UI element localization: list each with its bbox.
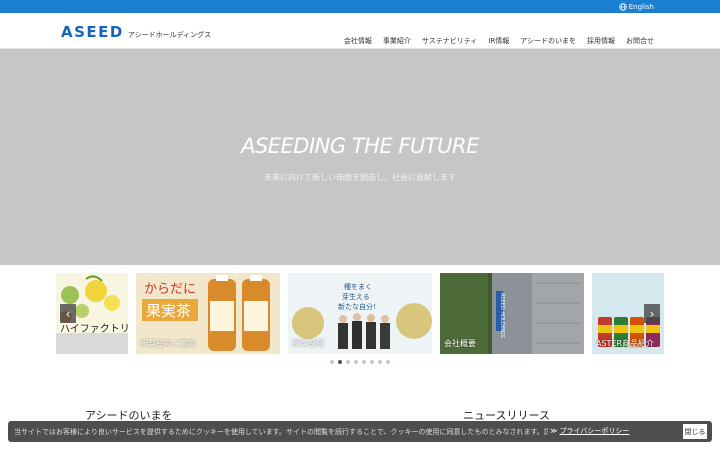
- nav-item-company[interactable]: 会社情報: [344, 35, 372, 47]
- carousel-card-label: 会社概要: [444, 339, 476, 348]
- building-sign: ASEED HOLDINGS: [499, 293, 505, 338]
- cookie-link-prefix: ≫: [550, 427, 558, 435]
- card2-line2: 果実茶: [146, 302, 191, 320]
- nav-item-recruit[interactable]: 採用情報: [587, 35, 615, 47]
- carousel-card-label: ASTER商品紹介: [596, 339, 655, 348]
- carousel-card-label: 新製品のご案内: [140, 339, 196, 348]
- carousel-prev-button[interactable]: ‹: [60, 304, 76, 323]
- logo[interactable]: ASEED アシードホールディングス: [61, 25, 211, 40]
- nav-item-now[interactable]: アシードのいまを: [520, 35, 576, 47]
- cookie-banner: 当サイトではお客様により良いサービスを提供するためにクッキーを使用しています。サ…: [8, 421, 712, 442]
- carousel-dot[interactable]: [370, 360, 374, 364]
- card3-line1: 種をまく: [344, 283, 372, 291]
- carousel: ハイファクトリー からだに 果実茶 新製品のご案内 種をまく 芽生える 新たな自…: [56, 273, 664, 354]
- chevron-left-icon: ‹: [65, 306, 71, 321]
- cookie-close-button[interactable]: 閉じる: [683, 424, 707, 439]
- nav-item-ir[interactable]: IR情報: [488, 35, 509, 47]
- carousel-dot[interactable]: [386, 360, 390, 364]
- cookie-text: 当サイトではお客様により良いサービスを提供するためにクッキーを使用しています。サ…: [14, 428, 548, 436]
- logo-wordmark: ASEED: [61, 23, 124, 41]
- carousel-dot[interactable]: [378, 360, 382, 364]
- cookie-link-label: プライバシーポリシー: [559, 427, 630, 435]
- nav-item-sustainability[interactable]: サステナビリティ: [422, 35, 477, 47]
- carousel-dot[interactable]: [362, 360, 366, 364]
- carousel-dot[interactable]: [346, 360, 350, 364]
- globe-icon: [618, 3, 627, 11]
- card3-line2: 芽生える: [342, 292, 370, 301]
- carousel-dot[interactable]: [330, 360, 334, 364]
- site-header: ASEED アシードホールディングス 会社情報 事業紹介 サステナビリティ IR…: [0, 13, 720, 49]
- hero-subtitle: 未来に向けて新しい価値を創造し、社会に貢献します: [264, 173, 456, 182]
- hero-title: ASEEDING THE FUTURE: [241, 134, 479, 158]
- carousel-dot[interactable]: [354, 360, 358, 364]
- carousel-next-button[interactable]: ›: [644, 304, 660, 323]
- carousel-card-company[interactable]: ASEED HOLDINGS 会社概要: [440, 273, 584, 354]
- card2-line1: からだに: [144, 282, 196, 297]
- carousel-card-recruit[interactable]: 種をまく 芽生える 新たな自分! 新卒採用: [288, 273, 432, 354]
- top-bar: English: [0, 0, 720, 13]
- carousel-card-label: 新卒採用: [292, 339, 324, 348]
- chevron-right-icon: ›: [649, 306, 655, 321]
- language-switch[interactable]: English: [618, 1, 654, 13]
- carousel-card-product[interactable]: からだに 果実茶 新製品のご案内: [136, 273, 280, 354]
- logo-subtitle: アシードホールディングス: [127, 31, 212, 39]
- card3-line3: 新たな自分!: [338, 302, 376, 311]
- carousel-dot[interactable]: [338, 360, 342, 364]
- carousel-pagination: [330, 360, 394, 364]
- nav-item-business[interactable]: 事業紹介: [383, 35, 411, 47]
- nav-item-contact[interactable]: お問合せ: [626, 35, 654, 47]
- privacy-policy-link[interactable]: ≫ プライバシーポリシー: [550, 426, 629, 436]
- language-label: English: [628, 3, 654, 11]
- main-nav: 会社情報 事業紹介 サステナビリティ IR情報 アシードのいまを 採用情報 お問…: [344, 35, 654, 47]
